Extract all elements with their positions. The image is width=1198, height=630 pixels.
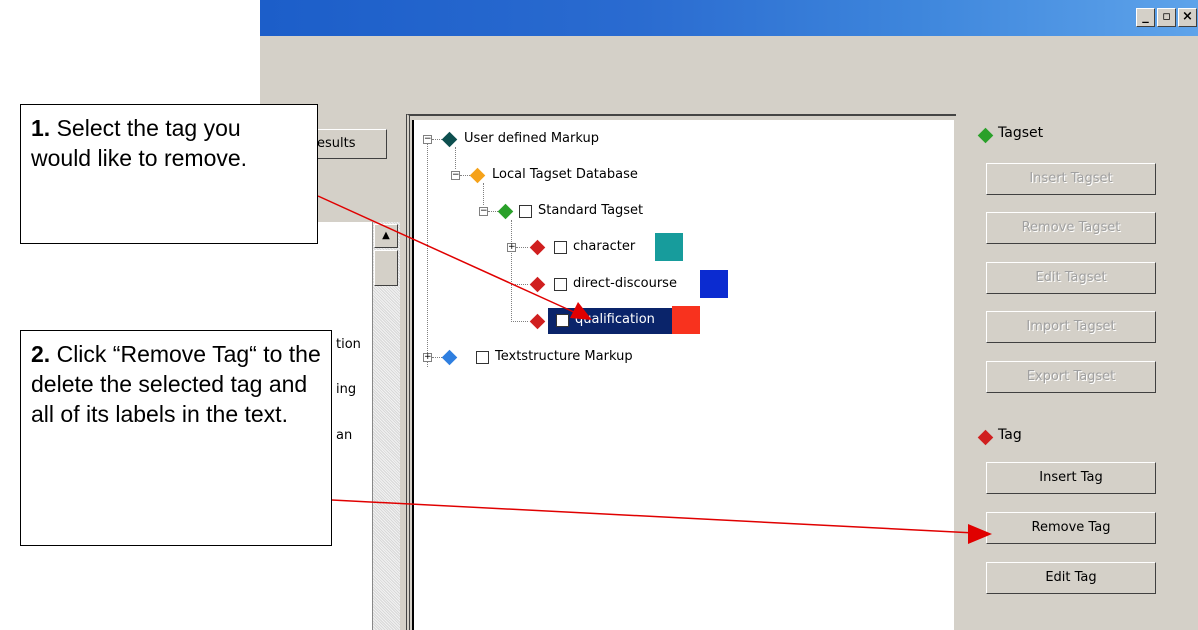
callout-step-1: 1. Select the tag you would like to remo… — [20, 104, 318, 244]
arrow-to-selected-tag — [317, 195, 577, 314]
callout-text: Click “Remove Tag“ to the delete the sel… — [31, 341, 321, 427]
callout-text: Select the tag you would like to remove. — [31, 115, 248, 171]
callout-step-number: 1. — [31, 115, 51, 141]
callout-step-2: 2. Click “Remove Tag“ to the delete the … — [20, 330, 332, 546]
arrowhead-icon — [968, 524, 992, 544]
arrow-to-remove-tag — [331, 499, 976, 534]
callout-step-number: 2. — [31, 341, 51, 367]
